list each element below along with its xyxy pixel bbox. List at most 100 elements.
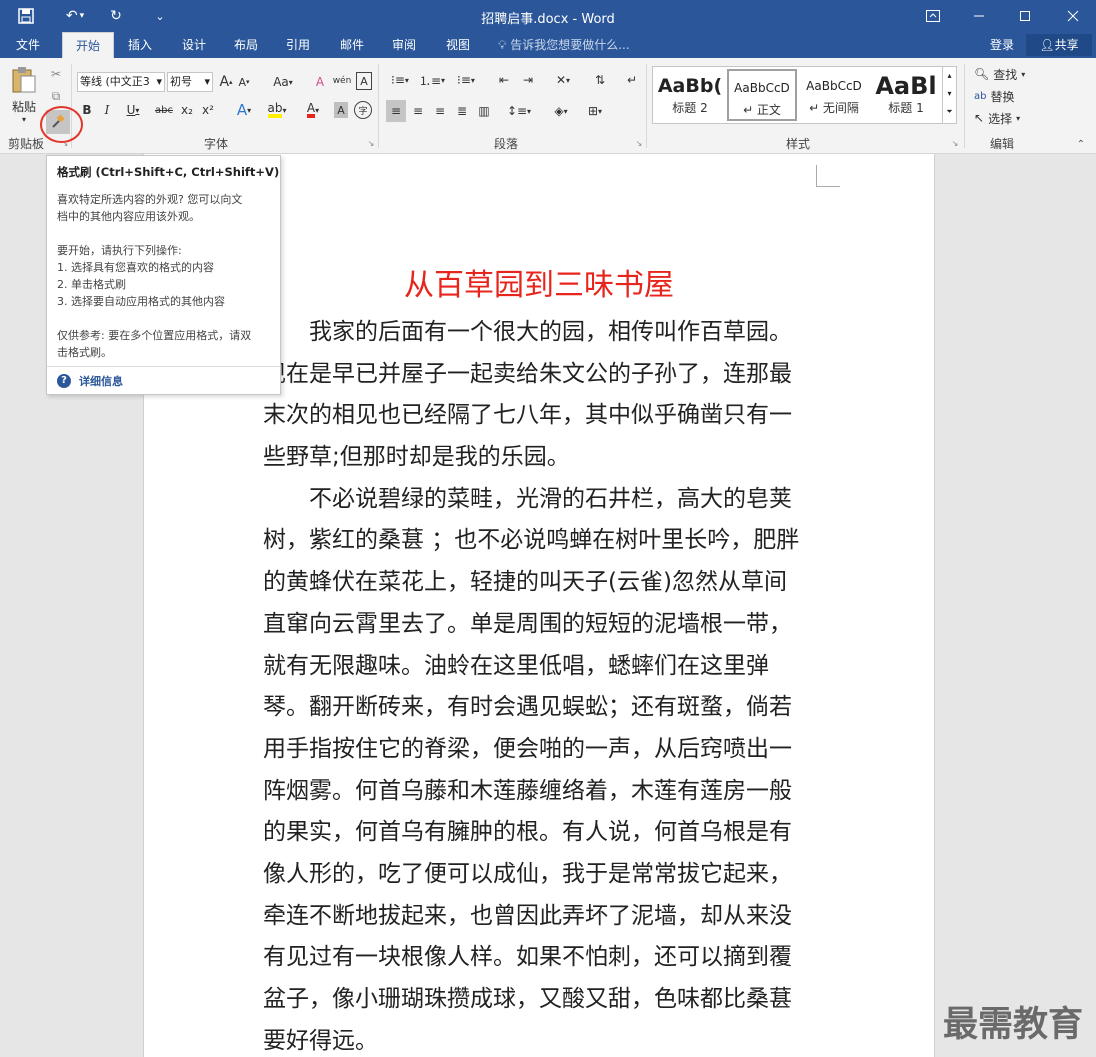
- bullets-icon: ⁝≡: [391, 73, 405, 87]
- styles-scroll[interactable]: ▴ ▾ ⏷: [942, 67, 956, 123]
- tell-me-more-link[interactable]: 详细信息: [79, 373, 123, 389]
- subscript-button[interactable]: x₂: [178, 100, 196, 120]
- style-name: ↵ 无间隔: [809, 101, 859, 115]
- text-line: 现在是早已并屋子一起卖给朱文公的子孙了，连那最: [263, 360, 792, 387]
- align-center-button[interactable]: ≡: [408, 100, 428, 122]
- subscript-icon: x₂: [181, 103, 193, 117]
- style-normal[interactable]: AaBbCcD ↵ 正文: [727, 69, 797, 121]
- underline-button[interactable]: U ▾: [120, 100, 146, 120]
- text-line: 的黄蜂伏在菜花上，轻捷的叫天子(云雀)忽然从草间: [263, 569, 787, 596]
- shading-button[interactable]: ◈ ▾: [546, 100, 576, 122]
- decrease-indent-button[interactable]: ⇤: [494, 70, 514, 90]
- align-left-button[interactable]: ≡: [386, 100, 406, 122]
- align-center-icon: ≡: [412, 104, 424, 118]
- enclose-icon: 字: [358, 106, 368, 117]
- grow-font-icon: A: [219, 74, 230, 90]
- bullets-button[interactable]: ⁝≡ ▾: [386, 70, 414, 90]
- character-shading-button[interactable]: A: [334, 102, 348, 118]
- paragraph-group-label: 段落: [494, 137, 519, 151]
- text-effects-button[interactable]: A ▾: [230, 100, 258, 120]
- share-button[interactable]: 👤︎共享: [1026, 34, 1092, 56]
- tell-me-box[interactable]: 💡︎ 告诉我您想要做什么...: [498, 32, 630, 58]
- minimize-icon: [974, 15, 984, 17]
- align-right-icon: ≡: [434, 104, 446, 118]
- copy-icon: ⧉: [51, 88, 61, 103]
- numbering-button[interactable]: ⒈≡ ▾: [418, 70, 446, 90]
- clear-formatting-button[interactable]: A: [310, 72, 330, 92]
- superscript-button[interactable]: x²: [199, 100, 217, 120]
- justify-icon: ≣: [456, 104, 468, 118]
- cursor-icon: ↖: [974, 111, 985, 125]
- align-right-button[interactable]: ≡: [430, 100, 450, 122]
- grow-font-button[interactable]: A ▴: [218, 72, 234, 92]
- multilevel-list-button[interactable]: ⁝≡ ▾: [450, 70, 482, 90]
- distributed-button[interactable]: ▥: [474, 100, 494, 122]
- replace-button[interactable]: ab 替换: [974, 86, 1034, 106]
- text-line: 有见过有一块根像人样。如果不怕刺，还可以摘到覆: [263, 944, 792, 971]
- change-case-button[interactable]: Aa ▾: [268, 72, 298, 92]
- italic-button[interactable]: I: [98, 100, 116, 120]
- style-heading-2[interactable]: AaBb( 标题 2: [655, 69, 725, 121]
- line-spacing-button[interactable]: ↕≡ ▾: [504, 100, 534, 122]
- character-border-button[interactable]: A: [356, 72, 372, 90]
- highlight-button[interactable]: ab ▾: [262, 100, 292, 120]
- font-size-combo[interactable]: 初号 ▾: [167, 72, 213, 92]
- select-button[interactable]: ↖ 选择 ▾: [974, 108, 1034, 128]
- underline-icon: U: [126, 103, 136, 117]
- paragraph-launcher-icon[interactable]: ↘: [634, 138, 644, 148]
- text-line: 末次的相见也已经隔了七八年，其中似乎确凿只有一: [263, 402, 792, 429]
- find-button[interactable]: 🔍︎ 查找 ▾: [974, 64, 1034, 84]
- strikethrough-button[interactable]: abc: [152, 100, 176, 120]
- share-label: 共享: [1054, 38, 1079, 52]
- show-marks-button[interactable]: ↵: [622, 70, 642, 90]
- bold-icon: B: [82, 103, 92, 117]
- tab-references[interactable]: 引用: [276, 32, 320, 58]
- chinese-layout-button[interactable]: ✕ ▾: [548, 70, 578, 90]
- cut-button[interactable]: ✂: [46, 64, 66, 84]
- tab-layout[interactable]: 布局: [224, 32, 268, 58]
- style-heading-1[interactable]: AaBl 标题 1: [871, 69, 941, 121]
- format-painter-tooltip: 格式刷 (Ctrl+Shift+C, Ctrl+Shift+V) 喜欢特定所选内…: [46, 155, 281, 395]
- close-button[interactable]: [1050, 0, 1096, 32]
- tab-design[interactable]: 设计: [172, 32, 216, 58]
- text-effects-icon: A: [236, 101, 248, 119]
- ribbon-display-options-button[interactable]: [910, 0, 956, 32]
- font-size-value: 初号: [170, 75, 192, 88]
- collapse-ribbon-icon[interactable]: ⌃: [1074, 138, 1088, 150]
- styles-launcher-icon[interactable]: ↘: [950, 138, 960, 148]
- tab-home[interactable]: 开始: [62, 32, 114, 58]
- borders-button[interactable]: ⊞ ▾: [580, 100, 610, 122]
- copy-button[interactable]: ⧉: [46, 86, 66, 106]
- style-no-spacing[interactable]: AaBbCcD ↵ 无间隔: [799, 69, 869, 121]
- tab-view[interactable]: 视图: [436, 32, 480, 58]
- chinese-layout-icon: ✕: [555, 73, 567, 87]
- phonetic-guide-button[interactable]: wén: [332, 70, 352, 92]
- sort-icon: ⇅: [594, 73, 606, 87]
- shrink-font-button[interactable]: A ▾: [237, 72, 251, 92]
- minimize-button[interactable]: [956, 0, 1002, 32]
- increase-indent-button[interactable]: ⇥: [518, 70, 538, 90]
- tab-review[interactable]: 审阅: [382, 32, 426, 58]
- font-name-combo[interactable]: 等线 (中文正3 ▾: [77, 72, 165, 92]
- style-sample: AaBbCcD: [734, 81, 790, 95]
- paste-button[interactable]: 粘贴 ▾: [8, 64, 40, 126]
- tab-file[interactable]: 文件: [4, 32, 52, 58]
- sign-in-link[interactable]: 登录: [990, 32, 1014, 58]
- document-body[interactable]: 我家的后面有一个很大的园，相传叫作百草园。 现在是早已并屋子一起卖给朱文公的子孙…: [263, 312, 819, 1057]
- text-line: 我家的后面有一个很大的园，相传叫作百草园。: [263, 319, 792, 345]
- tab-insert[interactable]: 插入: [118, 32, 162, 58]
- maximize-button[interactable]: [1002, 0, 1048, 32]
- replace-label: 替换: [990, 89, 1015, 104]
- font-launcher-icon[interactable]: ↘: [366, 138, 376, 148]
- tooltip-footer[interactable]: ? 详细信息: [47, 366, 280, 394]
- select-label: 选择: [988, 111, 1013, 126]
- text-line: 琴。翻开断砖来，有时会遇见蜈蚣；还有斑蝥，倘若: [263, 694, 792, 721]
- tab-mailings[interactable]: 邮件: [330, 32, 374, 58]
- sort-button[interactable]: ⇅: [590, 70, 610, 90]
- document-heading[interactable]: 从百草园到三味书屋: [263, 260, 815, 304]
- text-line: 用手指按住它的脊梁，便会啪的一声，从后窍喷出一: [263, 735, 792, 762]
- font-color-button[interactable]: A ▾: [298, 100, 328, 120]
- enclose-characters-button[interactable]: 字: [354, 101, 372, 119]
- text-line: 树，紫红的桑葚 ；也不必说鸣蝉在树叶里长吟，肥胖: [263, 527, 800, 554]
- justify-button[interactable]: ≣: [452, 100, 472, 122]
